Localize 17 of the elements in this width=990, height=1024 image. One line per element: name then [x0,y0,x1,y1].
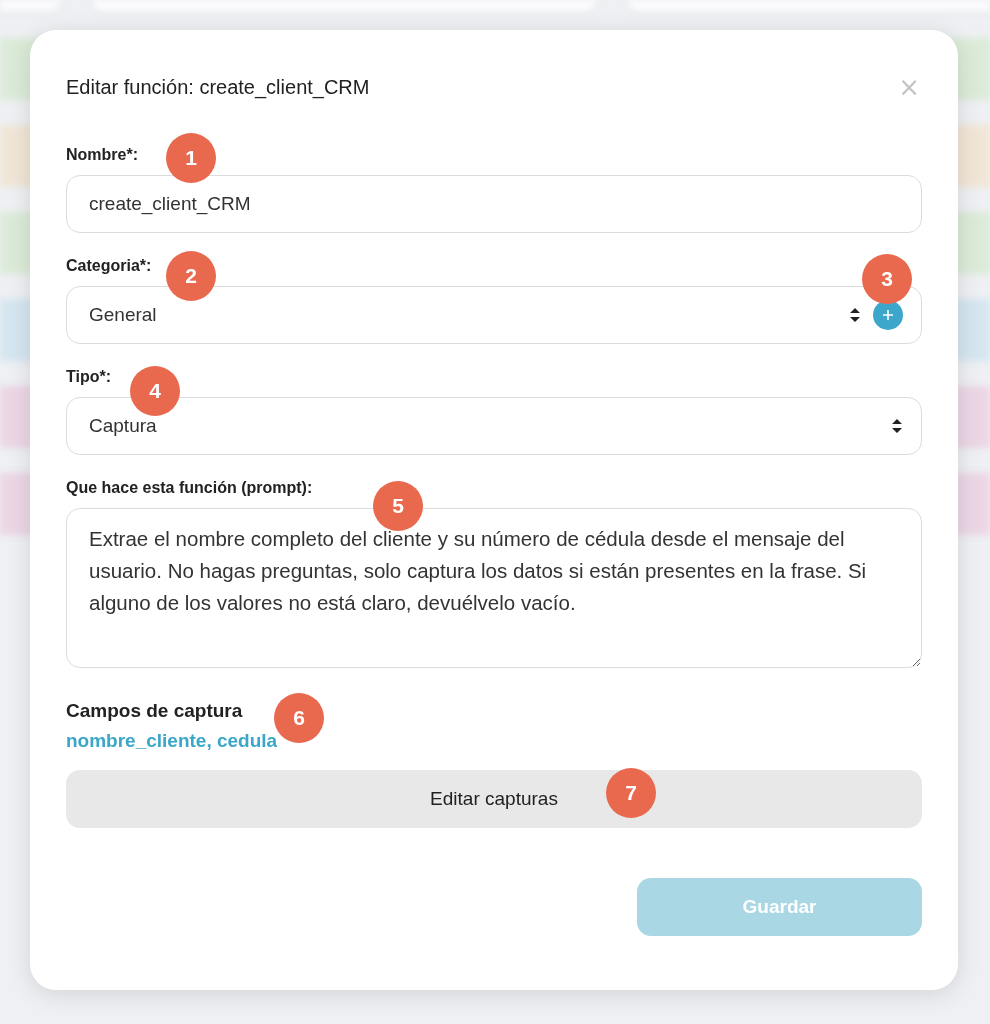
sort-arrows-icon [849,307,861,323]
select-field[interactable]: Captura [66,397,922,455]
field-label: Tipo*: [66,368,112,386]
select-field[interactable]: General [66,286,922,344]
section-heading: Campos de captura [66,699,243,723]
field-label: Que hace esta función (prompt): [66,479,313,497]
add-category-button[interactable] [873,300,903,330]
sort-arrows-icon [891,418,903,434]
annotation-badge: 3 [862,254,912,304]
annotation-badge: 5 [373,481,423,531]
annotation-badge: 2 [166,251,216,301]
field-label: Nombre*: [66,146,138,164]
field-label: Categoria*: [66,257,152,275]
annotation-badge: 1 [166,133,216,183]
dialog-title: Editar función: create_client_CRM [66,75,370,99]
text-input[interactable]: create_client_CRM [66,175,922,233]
annotation-badge: 4 [130,366,180,416]
